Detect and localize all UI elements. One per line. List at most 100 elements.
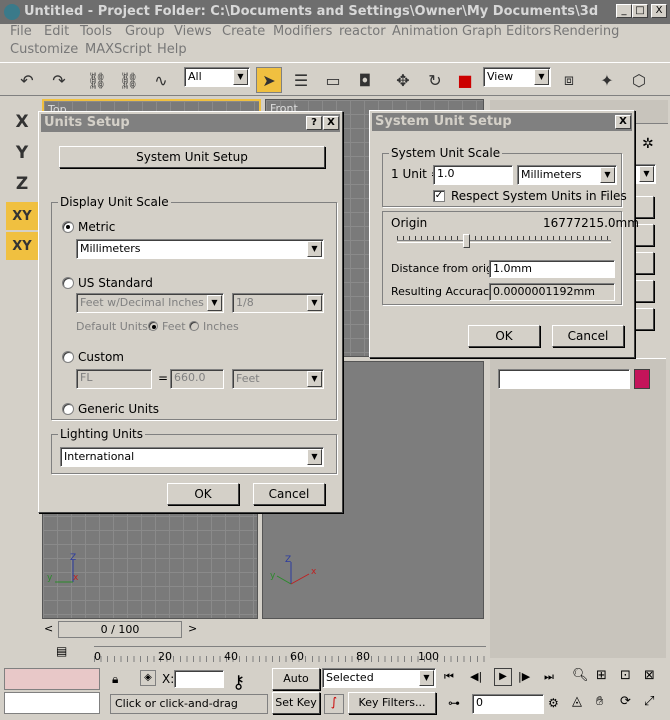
key-selection-dropdown[interactable]: Selected ▼ [322,668,436,688]
units-ok-button[interactable]: OK [167,483,239,505]
menu-graph-editors[interactable]: Graph Editors [462,24,551,39]
menu-views[interactable]: Views [174,24,212,39]
object-name-field[interactable] [498,369,630,389]
zoom-extents-all-icon[interactable]: ⊠ [644,668,655,683]
menu-animation[interactable]: Animation [392,24,458,39]
menu-edit[interactable]: Edit [44,24,69,39]
x-axis-constraint[interactable]: X [6,108,38,136]
menu-reactor[interactable]: reactor [339,24,386,39]
select-manipulate-icon[interactable]: ✦ [594,67,620,93]
us-units-dropdown[interactable]: Feet w/Decimal Inches ▼ [76,293,224,313]
key-filters-button[interactable]: Key Filters... [348,692,436,714]
system-unit-setup-button[interactable]: System Unit Setup [59,146,325,168]
close-button[interactable]: X [651,4,667,18]
set-key-button[interactable]: Set Key [272,692,320,714]
undo-icon[interactable]: ↶ [14,67,40,93]
menu-maxscript[interactable]: MAXScript [85,42,152,57]
go-to-start-icon[interactable]: ⏮ [444,670,454,684]
system-unit-close-button[interactable]: X [615,115,631,129]
pan-icon[interactable]: ✋︎ [596,694,603,709]
default-in-out-tangent-icon[interactable]: ∫ [324,694,344,714]
us-fraction-dropdown[interactable]: 1/8 ▼ [232,293,324,313]
z-axis-constraint[interactable]: Z [6,170,38,198]
lighting-units-dropdown[interactable]: International ▼ [60,447,324,467]
units-setup-close-button[interactable]: X [323,116,339,130]
origin-slider-track[interactable] [397,240,611,243]
system-unit-ok-button[interactable]: OK [468,325,540,347]
menu-group[interactable]: Group [125,24,165,39]
system-unit-cancel-button[interactable]: Cancel [552,325,624,347]
current-frame-field[interactable]: 0 [472,694,544,714]
maximize-viewport-icon[interactable]: ⤢ [644,694,654,709]
feet-radio[interactable] [148,321,158,331]
menu-customize[interactable]: Customize [10,42,78,57]
time-prev-icon[interactable]: < [44,622,53,635]
arc-rotate-icon[interactable]: ⟳ [620,694,631,709]
custom-unit-dropdown[interactable]: Feet ▼ [232,369,324,389]
field-of-view-icon[interactable]: ◬ [572,694,582,709]
selection-filter-dropdown[interactable]: All ▼ [184,67,250,87]
key-mode-toggle-icon[interactable]: ⊶ [448,696,460,710]
maximize-button[interactable]: □ [632,4,648,18]
menu-modifiers[interactable]: Modifiers [273,24,332,39]
reference-coordinate-dropdown[interactable]: View ▼ [483,67,551,87]
generic-units-radio[interactable] [62,403,74,415]
menu-help[interactable]: Help [157,42,187,57]
xy-plane-cycle[interactable]: XY [6,232,38,260]
select-by-name-icon[interactable]: ☰ [288,67,314,93]
go-to-end-icon[interactable]: ⏭ [544,670,554,684]
metric-units-dropdown[interactable]: Millimeters ▼ [76,239,324,259]
system-unit-type-dropdown[interactable]: Millimeters ▼ [517,165,617,185]
redo-icon[interactable]: ↷ [46,67,72,93]
keyboard-shortcut-override-icon[interactable]: ⬡ [626,67,652,93]
previous-frame-icon[interactable]: ◀| [470,670,482,683]
zoom-all-icon[interactable]: ⊞ [596,668,607,683]
rectangular-selection-icon[interactable]: ▭ [320,67,346,93]
window-crossing-icon[interactable]: ◘ [352,67,378,93]
scale-icon[interactable]: ■ [452,67,478,93]
select-object-icon[interactable]: ➤ [256,67,282,93]
time-slider-thumb[interactable]: 0 / 100 [58,621,182,638]
zoom-icon[interactable]: 🔍︎ [572,668,589,683]
object-color-swatch[interactable] [634,369,650,389]
maxscript-listener-mini[interactable] [4,668,100,690]
time-configuration-icon[interactable]: ⚙ [548,696,559,710]
unit-scale-field[interactable]: 1.0 [433,165,513,185]
menu-tools[interactable]: Tools [80,24,112,39]
custom-value-field[interactable]: 660.0 [170,369,224,389]
minimize-button[interactable]: _ [616,4,632,18]
menu-create[interactable]: Create [222,24,265,39]
next-frame-icon[interactable]: |▶ [518,670,530,683]
origin-slider-thumb[interactable] [463,234,470,248]
metric-radio[interactable] [62,221,74,233]
custom-radio[interactable] [62,351,74,363]
zoom-extents-icon[interactable]: ⊡ [620,668,631,683]
pivot-center-icon[interactable]: ⧈ [556,67,582,93]
app-icon[interactable] [4,4,20,20]
x-coordinate-field[interactable] [174,670,224,688]
play-icon[interactable]: ▶ [494,668,512,686]
absolute-mode-icon[interactable]: ◈ [140,670,156,686]
track-bar-icon[interactable]: ▤ [56,644,67,658]
unlink-icon[interactable]: ⛓ [116,67,142,93]
lock-selection-icon[interactable]: 🔒︎ [112,672,118,687]
custom-name-field[interactable]: FL [76,369,152,389]
bind-space-warp-icon[interactable]: ∿ [148,67,174,93]
select-link-icon[interactable]: ⛓ [84,67,110,93]
inches-radio[interactable] [189,321,199,331]
y-axis-constraint[interactable]: Y [6,139,38,167]
maxscript-input-mini[interactable] [4,692,100,714]
auto-key-button[interactable]: Auto Key [272,668,320,705]
move-icon[interactable]: ✥ [390,67,416,93]
menu-file[interactable]: File [10,24,32,39]
key-mode-icon[interactable]: ⚷ [232,674,245,692]
respect-system-units-checkbox[interactable]: ✓ [433,190,445,202]
xy-plane-constraint[interactable]: XY [6,202,38,230]
distance-from-origin-field[interactable]: 1.0mm [489,260,615,278]
rotate-icon[interactable]: ↻ [422,67,448,93]
us-standard-radio[interactable] [62,277,74,289]
menu-rendering[interactable]: Rendering [553,24,619,39]
help-button[interactable]: ? [306,116,322,130]
units-cancel-button[interactable]: Cancel [253,483,325,505]
time-next-icon[interactable]: > [188,622,197,635]
